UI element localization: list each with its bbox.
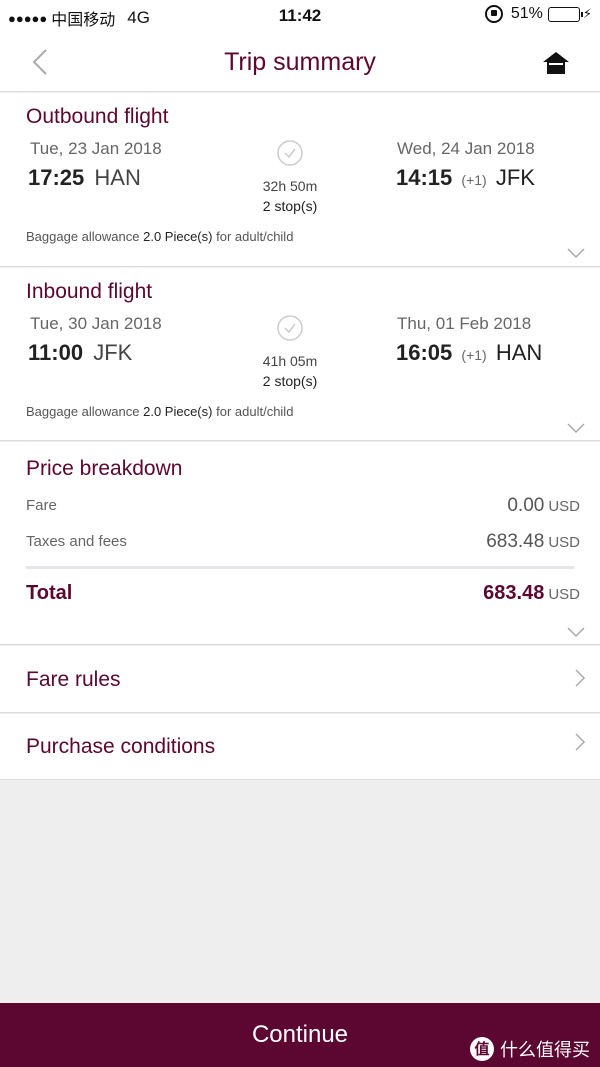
inbound-baggage-prefix: Baggage allowance [26,404,140,419]
outbound-arrive-line: 14:15 (+1) JFK [396,165,535,191]
inbound-arrive-plus: (+1) [461,347,487,363]
page-title: Trip summary [224,48,376,76]
taxes-currency: USD [548,534,580,551]
chevron-right-icon [575,733,586,751]
taxes-value: 683.48 USD [486,531,580,553]
outbound-depart-line: 17:25 HAN [28,165,141,191]
fare-rules-row[interactable]: Fare rules [0,646,600,713]
outbound-depart-time: 17:25 [28,165,85,190]
taxes-label: Taxes and fees [26,533,127,550]
total-amount: 683.48 [483,582,545,604]
inbound-arrive-time: 16:05 [396,340,453,365]
outbound-baggage: Baggage allowance 2.0 Piece(s) for adult… [26,229,293,244]
outbound-baggage-value: 2.0 Piece(s) [143,229,213,244]
fare-currency: USD [548,498,580,515]
inbound-baggage-suffix: for adult/child [216,404,294,419]
watermark-badge: 值 [470,1037,494,1061]
battery-icon [547,6,583,22]
charging-icon: ⚡ [582,6,592,21]
inbound-arrive-date: Thu, 01 Feb 2018 [397,314,532,333]
watermark-text: 什么值得买 [500,1040,590,1061]
inbound-depart-code: JFK [93,340,133,365]
purchase-conditions-row[interactable]: Purchase conditions [0,714,600,780]
outbound-stops: 2 stop(s) [262,198,318,214]
outbound-duration: 32h 50m [262,178,318,194]
outbound-title: Outbound flight [26,105,169,128]
fare-amount: 0.00 [507,495,545,516]
inbound-baggage-value: 2.0 Piece(s) [143,404,213,419]
chevron-down-icon[interactable] [566,247,586,259]
inbound-depart-line: 11:00 JFK [28,340,132,366]
price-title: Price breakdown [26,457,183,480]
battery-percent: 51% [510,5,543,22]
rotation-lock-icon [484,5,503,23]
outbound-arrive-time: 14:15 [396,165,453,190]
inbound-depart-time: 11:00 [28,340,84,365]
clock-icon [277,315,303,341]
inbound-title: Inbound flight [26,280,153,303]
outbound-arrive-plus: (+1) [461,172,487,188]
fare-label: Fare [26,497,57,514]
clock-icon [277,140,303,166]
total-divider [26,566,574,569]
watermark: 值 什么值得买 [470,1036,590,1062]
price-breakdown-card[interactable]: Price breakdown Fare 0.00 USD Taxes and f… [0,442,600,645]
chevron-right-icon [575,669,586,687]
inbound-stops: 2 stop(s) [262,373,318,389]
inbound-baggage: Baggage allowance 2.0 Piece(s) for adult… [26,404,293,419]
inbound-depart-date: Tue, 30 Jan 2018 [30,314,162,333]
taxes-amount: 683.48 [486,531,545,552]
outbound-arrive-date: Wed, 24 Jan 2018 [397,139,535,158]
total-value: 683.48 USD [483,582,580,605]
purchase-conditions-label: Purchase conditions [26,735,216,758]
outbound-baggage-prefix: Baggage allowance [26,229,140,244]
outbound-depart-date: Tue, 23 Jan 2018 [30,139,162,158]
total-currency: USD [548,586,580,603]
inbound-arrive-line: 16:05 (+1) HAN [396,340,542,366]
status-right: 51% ⚡ [484,5,592,23]
chevron-down-icon[interactable] [566,626,586,638]
fare-rules-label: Fare rules [26,668,121,691]
outbound-depart-code: HAN [94,165,141,190]
inbound-duration: 41h 05m [262,353,318,369]
inbound-arrive-code: HAN [495,340,543,365]
inbound-flight-card[interactable]: Inbound flight Tue, 30 Jan 2018 11:00 JF… [0,268,600,441]
status-bar: ●●●●● 中国移动 4G 11:42 51% ⚡ [0,0,600,32]
outbound-baggage-suffix: for adult/child [216,229,294,244]
home-icon[interactable] [542,50,570,76]
nav-bar: Trip summary [0,32,600,92]
total-label: Total [26,582,73,604]
outbound-arrive-code: JFK [495,165,535,190]
outbound-flight-card[interactable]: Outbound flight Tue, 23 Jan 2018 17:25 H… [0,93,600,267]
fare-value: 0.00 USD [507,495,580,517]
chevron-down-icon[interactable] [566,422,586,434]
